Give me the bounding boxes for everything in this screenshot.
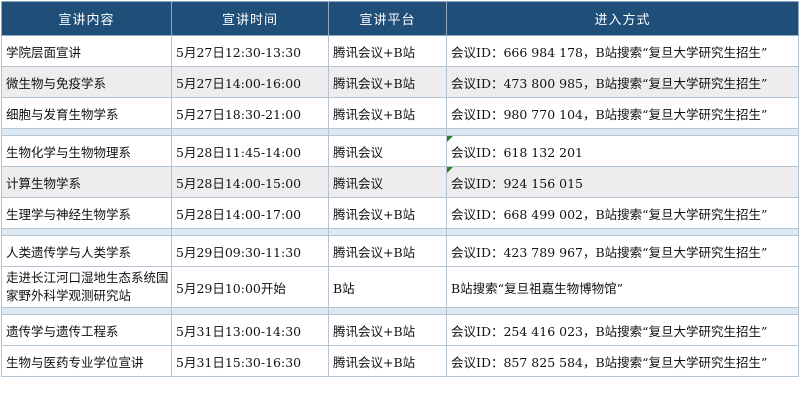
cell-access: 会议ID：423 789 967，B站搜索“复旦大学研究生招生” — [446, 235, 799, 267]
cell-platform: 腾讯会议+B站 — [328, 235, 447, 267]
header-row: 宣讲内容 宣讲时间 宣讲平台 进入方式 — [1, 1, 799, 36]
header-time: 宣讲时间 — [171, 1, 329, 36]
table-row: 生物化学与生物物理系 5月28日11:45-14:00 腾讯会议 会议ID：61… — [1, 135, 799, 167]
cell-time: 5月28日11:45-14:00 — [171, 135, 329, 167]
table-row: 计算生物学系 5月28日14:00-15:00 腾讯会议 会议ID：924 15… — [1, 166, 799, 198]
cell-platform: 腾讯会议+B站 — [328, 97, 447, 129]
cell-content: 生物化学与生物物理系 — [1, 135, 172, 167]
cell-platform: 腾讯会议 — [328, 135, 447, 167]
cell-time: 5月28日14:00-15:00 — [171, 166, 329, 198]
schedule-table: 宣讲内容 宣讲时间 宣讲平台 进入方式 学院层面宣讲 5月27日12:30-13… — [1, 1, 799, 377]
cell-platform: 腾讯会议+B站 — [328, 66, 447, 98]
table-row: 细胞与发育生物学系 5月27日18:30-21:00 腾讯会议+B站 会议ID：… — [1, 97, 799, 129]
cell-platform: B站 — [328, 266, 447, 308]
row-separator — [1, 128, 799, 136]
cell-platform: 腾讯会议+B站 — [328, 197, 447, 229]
cell-time: 5月31日15:30-16:30 — [171, 345, 329, 377]
cell-time: 5月31日13:00-14:30 — [171, 314, 329, 346]
cell-time: 5月29日10:00开始 — [171, 266, 329, 308]
cell-content: 人类遗传学与人类学系 — [1, 235, 172, 267]
header-platform: 宣讲平台 — [328, 1, 447, 36]
cell-access: 会议ID：857 825 584，B站搜索“复旦大学研究生招生” — [446, 345, 799, 377]
table-row: 学院层面宣讲 5月27日12:30-13:30 腾讯会议+B站 会议ID：666… — [1, 35, 799, 67]
cell-access: 会议ID：254 416 023，B站搜索“复旦大学研究生招生” — [446, 314, 799, 346]
row-separator — [1, 307, 799, 315]
cell-time: 5月27日18:30-21:00 — [171, 97, 329, 129]
cell-time: 5月27日12:30-13:30 — [171, 35, 329, 67]
cell-content: 走进长江河口湿地生态系统国家野外科学观测研究站 — [1, 266, 172, 308]
cell-access: 会议ID：473 800 985，B站搜索“复旦大学研究生招生” — [446, 66, 799, 98]
cell-time: 5月27日14:00-16:00 — [171, 66, 329, 98]
row-separator — [1, 228, 799, 236]
cell-time: 5月29日09:30-11:30 — [171, 235, 329, 267]
table-row: 遗传学与遗传工程系 5月31日13:00-14:30 腾讯会议+B站 会议ID：… — [1, 314, 799, 346]
table-row: 走进长江河口湿地生态系统国家野外科学观测研究站 5月29日10:00开始 B站 … — [1, 266, 799, 308]
header-access: 进入方式 — [446, 1, 799, 36]
cell-platform: 腾讯会议+B站 — [328, 35, 447, 67]
cell-platform: 腾讯会议 — [328, 166, 447, 198]
table-row: 人类遗传学与人类学系 5月29日09:30-11:30 腾讯会议+B站 会议ID… — [1, 235, 799, 267]
cell-content: 遗传学与遗传工程系 — [1, 314, 172, 346]
cell-content: 生物与医药专业学位宣讲 — [1, 345, 172, 377]
cell-content: 微生物与免疫学系 — [1, 66, 172, 98]
cell-content: 细胞与发育生物学系 — [1, 97, 172, 129]
table-row: 生物与医药专业学位宣讲 5月31日15:30-16:30 腾讯会议+B站 会议I… — [1, 345, 799, 377]
cell-time: 5月28日14:00-17:00 — [171, 197, 329, 229]
cell-platform: 腾讯会议+B站 — [328, 314, 447, 346]
header-content: 宣讲内容 — [1, 1, 172, 36]
cell-platform: 腾讯会议+B站 — [328, 345, 447, 377]
table-row: 微生物与免疫学系 5月27日14:00-16:00 腾讯会议+B站 会议ID：4… — [1, 66, 799, 98]
cell-content: 生理学与神经生物学系 — [1, 197, 172, 229]
cell-access: 会议ID：668 499 002，B站搜索“复旦大学研究生招生” — [446, 197, 799, 229]
table-row: 生理学与神经生物学系 5月28日14:00-17:00 腾讯会议+B站 会议ID… — [1, 197, 799, 229]
cell-access: 会议ID：924 156 015 — [446, 166, 799, 198]
cell-access: 会议ID：666 984 178，B站搜索“复旦大学研究生招生” — [446, 35, 799, 67]
cell-access: 会议ID：980 770 104，B站搜索“复旦大学研究生招生” — [446, 97, 799, 129]
cell-access: 会议ID：618 132 201 — [446, 135, 799, 167]
cell-content: 计算生物学系 — [1, 166, 172, 198]
cell-content: 学院层面宣讲 — [1, 35, 172, 67]
cell-access: B站搜索“复旦祖嘉生物博物馆” — [446, 266, 799, 308]
